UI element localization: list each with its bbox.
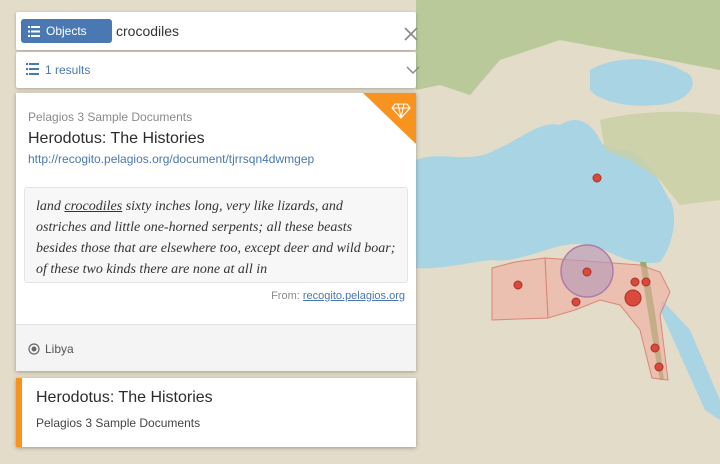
result-card-collapsed[interactable]: Herodotus: The Histories Pelagios 3 Samp… <box>16 378 416 447</box>
results-count: 1 results <box>45 63 91 77</box>
result-url-link[interactable]: http://recogito.pelagios.org/document/tj… <box>28 152 314 166</box>
search-input[interactable] <box>116 21 386 41</box>
snippet-highlight: crocodiles <box>64 199 123 214</box>
place-icon <box>28 343 40 355</box>
result-title: Herodotus: The Histories <box>28 130 205 147</box>
accent-stripe <box>16 378 22 447</box>
map-marker[interactable] <box>624 289 642 307</box>
chevron-down-icon[interactable] <box>405 64 421 76</box>
map-marker[interactable] <box>513 280 523 290</box>
search-box: Objects <box>16 12 419 50</box>
result-place-footer: Libya <box>16 324 416 371</box>
map-marker[interactable] <box>650 343 660 353</box>
map-marker[interactable] <box>630 277 640 287</box>
result-title: Herodotus: The Histories <box>36 389 213 406</box>
result-source: Pelagios 3 Sample Documents <box>36 416 201 430</box>
result-snippet: land crocodiles sixty inches long, very … <box>24 187 408 283</box>
corner-badge <box>363 93 416 144</box>
results-summary-bar[interactable]: 1 results <box>16 52 420 88</box>
result-card[interactable]: Pelagios 3 Sample Documents Herodotus: T… <box>16 93 416 371</box>
objects-filter-button[interactable]: Objects <box>21 19 112 43</box>
place-name[interactable]: Libya <box>45 342 74 356</box>
map-marker[interactable] <box>571 297 581 307</box>
list-icon <box>26 63 39 75</box>
list-icon <box>28 25 40 37</box>
map-marker[interactable] <box>641 277 651 287</box>
map-marker[interactable] <box>592 173 602 183</box>
result-from: From: recogito.pelagios.org <box>271 290 405 302</box>
snippet-text: land <box>36 199 65 214</box>
result-source: Pelagios 3 Sample Documents <box>28 110 193 124</box>
map-marker[interactable] <box>582 267 592 277</box>
map-marker[interactable] <box>654 362 664 372</box>
from-link[interactable]: recogito.pelagios.org <box>303 290 405 302</box>
objects-filter-label: Objects <box>46 24 87 38</box>
from-label: From: <box>271 290 300 302</box>
close-icon[interactable] <box>403 26 419 42</box>
